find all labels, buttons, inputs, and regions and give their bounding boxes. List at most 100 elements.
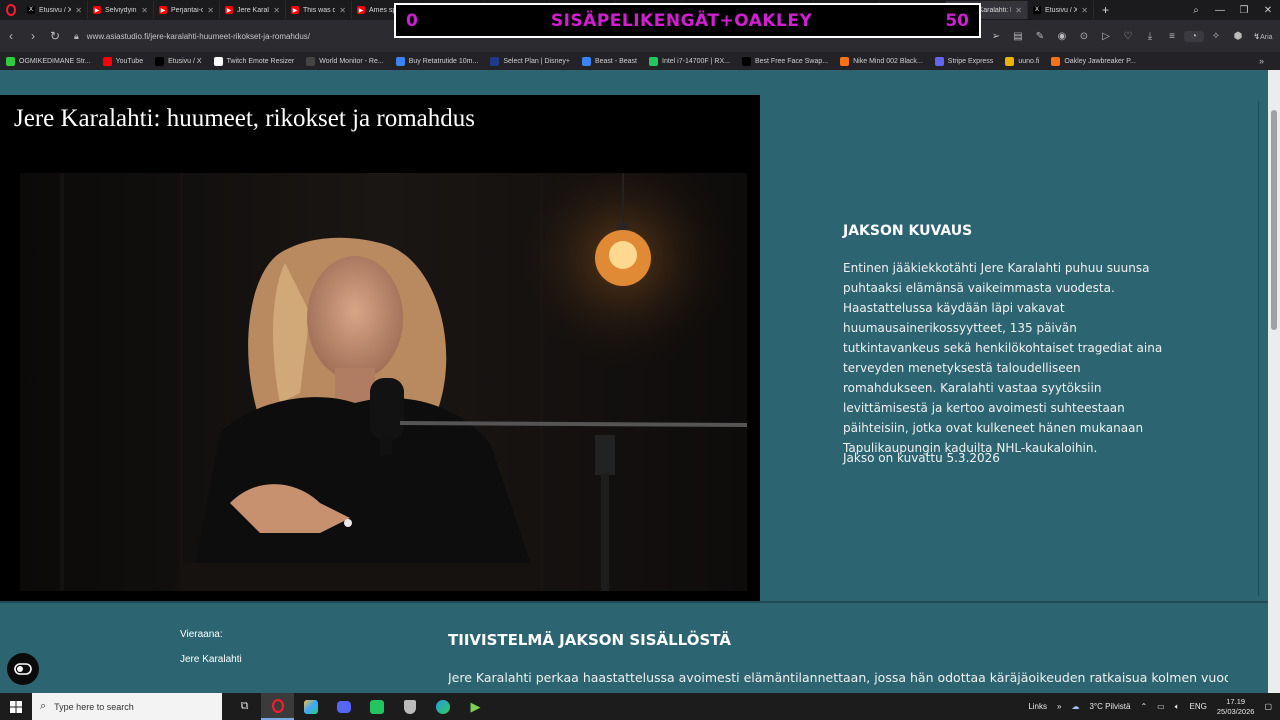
vpn-icon[interactable]: ⊙ (1074, 31, 1094, 42)
reload-icon[interactable]: ↻ (44, 29, 66, 43)
send-icon[interactable]: ➢ (986, 31, 1006, 42)
bookmark-label: uuno.fi (1018, 57, 1040, 65)
browser-tab[interactable]: ▶ Selviydyin 7 p ✕ (88, 1, 154, 19)
bookmark-item[interactable]: Buy Retatrutide 10m... (395, 56, 479, 66)
minimize-icon[interactable]: — (1208, 5, 1232, 16)
tab-close-icon[interactable]: ✕ (207, 6, 214, 15)
heart-icon[interactable]: ♡ (1118, 31, 1138, 42)
bookmark-item[interactable]: uuno.fi (1005, 56, 1040, 66)
browser-tab[interactable]: X Etusivu / X ✕ (1028, 1, 1094, 19)
discord-taskbar-icon[interactable] (327, 693, 360, 720)
bookmark-item[interactable]: Select Plan | Disney+ (490, 56, 570, 66)
tab-favicon-icon: ▶ (225, 6, 233, 14)
bookmark-item[interactable]: Twitch Emote Resizer (213, 56, 294, 66)
tab-close-icon[interactable]: ✕ (1015, 6, 1022, 15)
weather-text[interactable]: 3°C Pilvistä (1089, 702, 1130, 711)
task-view-icon[interactable]: ⧉ (228, 693, 261, 720)
bookmarks-more-icon[interactable]: » (1259, 56, 1280, 66)
bookmark-label: Stripe Express (947, 57, 994, 65)
app-taskbar-icon[interactable] (294, 693, 327, 720)
play-icon[interactable]: ▷ (1096, 31, 1116, 42)
bookmark-item[interactable]: Oakley Jawbreaker P... (1051, 56, 1136, 66)
search-tabs-icon[interactable]: ⌕ (1184, 5, 1208, 16)
episode-video[interactable] (20, 173, 747, 591)
close-icon[interactable]: ✕ (1256, 5, 1280, 16)
tab-close-icon[interactable]: ✕ (75, 6, 82, 15)
links-chevron-icon[interactable]: » (1057, 702, 1061, 711)
windows-start-button[interactable] (0, 693, 32, 720)
browser-tab[interactable]: ▶ Perjantai-dok ✕ (154, 1, 220, 19)
play-taskbar-icon[interactable]: ▶ (459, 693, 492, 720)
weather-icon[interactable]: ☁ (1071, 702, 1079, 711)
bookmark-item[interactable]: YouTube (102, 56, 144, 66)
bookmark-label: YouTube (115, 57, 144, 65)
lock-icon[interactable]: 🔒︎ (74, 31, 79, 42)
opera-taskbar-icon[interactable] (261, 693, 294, 720)
tab-favicon-icon: ▶ (159, 6, 167, 14)
tab-label: Jere Karalahti (237, 6, 269, 14)
search-icon: ⌕ (40, 700, 47, 712)
bookmark-favicon-icon (649, 56, 658, 66)
tab-label: Etusivu / X (1045, 6, 1078, 14)
bookmark-label: Buy Retatrutide 10m... (408, 57, 479, 65)
guest-label: Vieraana: (180, 629, 223, 640)
back-icon[interactable]: ‹ (0, 29, 22, 43)
bookmark-item[interactable]: Stripe Express (934, 56, 994, 66)
bookmark-item[interactable]: Intel i7-14700F | RX... (649, 56, 730, 66)
bookmark-item[interactable]: Etusivu / X (155, 56, 202, 66)
bookmark-item[interactable]: Nike Mind 002 Black... (840, 56, 923, 66)
new-tab-button[interactable]: + (1094, 3, 1117, 17)
cookie-settings-button[interactable] (7, 653, 39, 685)
links-toolbar-label[interactable]: Links (1028, 702, 1047, 711)
browser-tab[interactable]: X Etusivu / X ✕ (22, 1, 88, 19)
edit-icon[interactable]: ✎ (1030, 31, 1050, 42)
edge-taskbar-icon[interactable] (426, 693, 459, 720)
video-frame-image (20, 173, 747, 591)
bookmark-item[interactable]: World Monitor - Re... (306, 56, 384, 66)
tab-close-icon[interactable]: ✕ (141, 6, 148, 15)
tab-favicon-icon: X (27, 6, 35, 14)
menu-icon[interactable]: ≡ (1162, 31, 1182, 42)
maximize-icon[interactable]: ❐ (1232, 5, 1256, 16)
episode-title: Jere Karalahti: huumeet, rikokset ja rom… (14, 105, 475, 132)
tab-label: This was disg (303, 6, 335, 14)
opera-menu-icon[interactable] (0, 0, 22, 20)
scrollbar-thumb[interactable] (1271, 110, 1277, 330)
reader-icon[interactable]: ▤ (1008, 31, 1028, 42)
download-icon[interactable]: ⤓ (1140, 31, 1160, 42)
aria-button[interactable]: ↯Aria (1250, 32, 1276, 41)
tab-favicon-icon: X (1033, 6, 1041, 14)
page-scrollbar[interactable] (1268, 70, 1280, 693)
extension-icon[interactable]: ✧ (1206, 31, 1226, 42)
tab-close-icon[interactable]: ✕ (273, 6, 280, 15)
bookmark-favicon-icon (840, 56, 850, 66)
browser-tab[interactable]: ▶ Jere Karalahti ✕ (220, 1, 286, 19)
browser-tab[interactable]: ▶ This was disg ✕ (286, 1, 352, 19)
profile-icon[interactable]: ◔ (1184, 30, 1204, 42)
shield-taskbar-icon[interactable] (393, 693, 426, 720)
url-field[interactable]: www.asiastudio.fi/jere-karalahti-huumeet… (87, 32, 310, 41)
bookmark-item[interactable]: OGMIKEDIMANE Str... (6, 56, 91, 66)
bookmark-label: Oakley Jawbreaker P... (1064, 57, 1136, 65)
cube-icon[interactable]: ⬢ (1228, 31, 1248, 42)
tab-label: Perjantai-dok (171, 6, 203, 14)
network-icon[interactable]: ▭ (1157, 702, 1165, 711)
tab-close-icon[interactable]: ✕ (1081, 6, 1088, 15)
taskbar-apps: ⧉ ▶ (228, 693, 492, 720)
bookmark-item[interactable]: Beast - Beast (581, 56, 637, 66)
tray-overflow-icon[interactable]: ⌃ (1140, 702, 1147, 711)
bookmark-label: Intel i7-14700F | RX... (662, 57, 730, 65)
camera-icon[interactable]: ◉ (1052, 31, 1072, 42)
bookmark-favicon-icon (1051, 56, 1061, 66)
game-taskbar-icon[interactable] (360, 693, 393, 720)
taskbar-search-box[interactable]: ⌕ Type here to search (32, 693, 222, 720)
notifications-icon[interactable]: ▢ (1264, 702, 1272, 711)
language-indicator[interactable]: ENG (1190, 702, 1207, 711)
volume-icon[interactable]: 🔈︎ (1175, 702, 1180, 712)
clock[interactable]: 17.19 25/03/2026 (1217, 697, 1255, 717)
bookmark-favicon-icon (6, 56, 15, 66)
forward-icon[interactable]: › (22, 29, 44, 43)
bookmark-item[interactable]: Best Free Face Swap... (741, 56, 828, 66)
tab-label: Etusivu / X (39, 6, 72, 14)
tab-close-icon[interactable]: ✕ (339, 6, 346, 15)
